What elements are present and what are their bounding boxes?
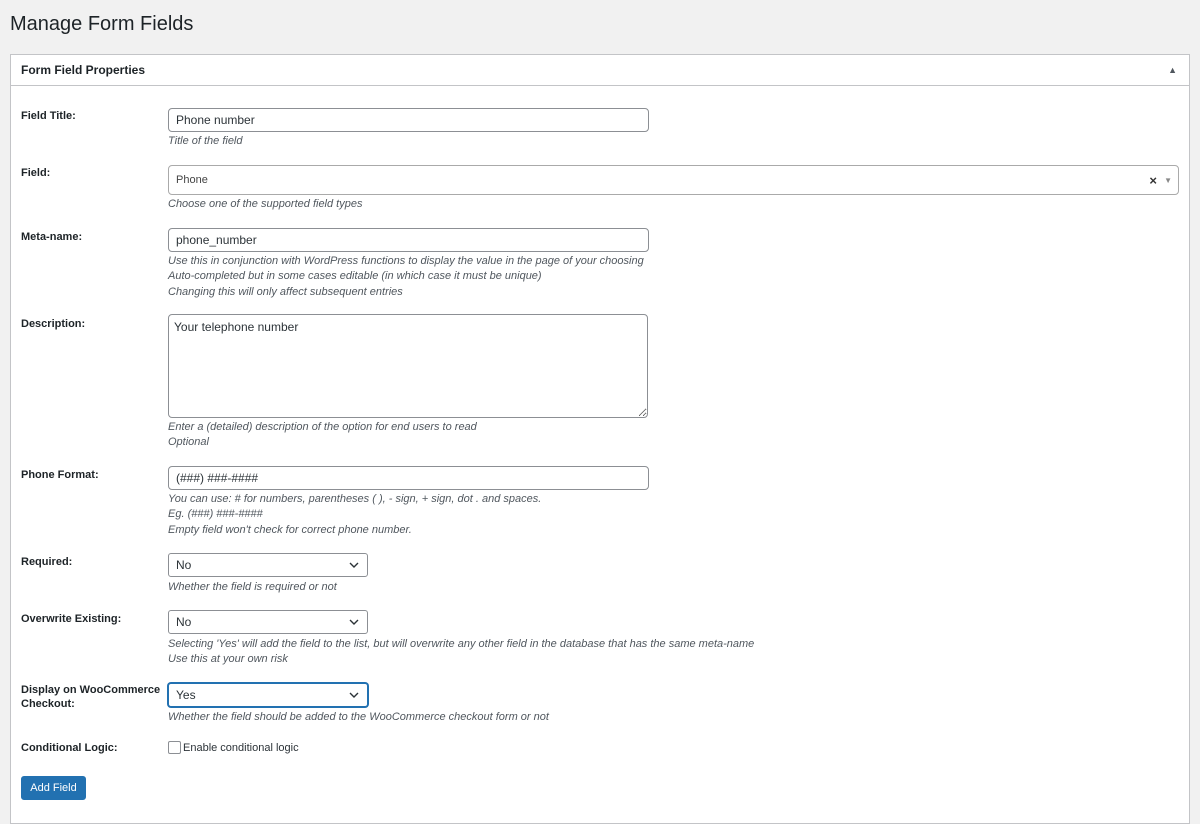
field-type-label: Field: bbox=[21, 167, 51, 179]
overwrite-desc-2: Use this at your own risk bbox=[168, 653, 288, 666]
woocommerce-desc: Whether the field should be added to the… bbox=[168, 711, 549, 723]
phone-format-label: Phone Format: bbox=[21, 469, 99, 481]
chevron-down-icon bbox=[349, 692, 359, 698]
panel-title: Form Field Properties bbox=[21, 63, 146, 77]
woocommerce-label: Display on WooCommerce Checkout: bbox=[21, 683, 171, 711]
phone-format-input[interactable] bbox=[168, 466, 649, 490]
field-title-label: Field Title: bbox=[21, 110, 76, 122]
conditional-logic-label: Conditional Logic: bbox=[21, 742, 118, 754]
conditional-logic-option[interactable]: Enable conditional logic bbox=[168, 741, 299, 754]
description-desc-1: Enter a (detailed) description of the op… bbox=[168, 421, 477, 433]
overwrite-selected-value: No bbox=[176, 615, 192, 629]
page-title: Manage Form Fields bbox=[10, 13, 194, 35]
meta-name-desc-1: Use this in conjunction with WordPress f… bbox=[168, 255, 644, 267]
dropdown-arrow-icon: ▼ bbox=[1164, 176, 1172, 185]
collapse-arrow-icon[interactable]: ▲ bbox=[1168, 65, 1179, 75]
field-type-desc: Choose one of the supported field types bbox=[168, 198, 363, 210]
required-select[interactable]: No bbox=[168, 553, 368, 577]
add-field-button[interactable]: Add Field bbox=[21, 776, 86, 800]
field-title-input[interactable] bbox=[168, 108, 649, 132]
meta-name-label: Meta-name: bbox=[21, 231, 83, 243]
chevron-down-icon bbox=[349, 562, 359, 568]
woocommerce-selected-value: Yes bbox=[176, 688, 196, 702]
field-title-desc: Title of the field bbox=[168, 135, 243, 147]
overwrite-label: Overwrite Existing: bbox=[21, 613, 122, 625]
woocommerce-select[interactable]: Yes bbox=[168, 683, 368, 707]
conditional-logic-checkbox-label: Enable conditional logic bbox=[183, 741, 299, 754]
description-textarea[interactable]: Your telephone number bbox=[168, 314, 648, 418]
woocommerce-label-line-2: Checkout: bbox=[21, 698, 75, 710]
description-label: Description: bbox=[21, 318, 86, 330]
overwrite-select[interactable]: No bbox=[168, 610, 368, 634]
required-selected-value: No bbox=[176, 558, 192, 572]
form-field-properties-panel: Form Field Properties ▲ Field Title: Tit… bbox=[10, 54, 1190, 824]
meta-name-input[interactable] bbox=[168, 228, 649, 252]
phone-format-desc-2: Eg. (###) ###-#### bbox=[168, 508, 263, 521]
meta-name-desc-3: Changing this will only affect subsequen… bbox=[168, 285, 403, 298]
required-desc: Whether the field is required or not bbox=[168, 581, 337, 593]
woocommerce-label-line-1: Display on WooCommerce bbox=[21, 684, 161, 696]
field-type-select[interactable]: Phone × ▼ bbox=[168, 165, 1179, 195]
conditional-logic-checkbox[interactable] bbox=[168, 741, 181, 754]
overwrite-desc-1: Selecting 'Yes' will add the field to th… bbox=[168, 638, 755, 650]
clear-selection-icon[interactable]: × bbox=[1149, 173, 1157, 188]
required-label: Required: bbox=[21, 556, 73, 568]
phone-format-desc-1: You can use: # for numbers, parentheses … bbox=[168, 493, 542, 505]
description-desc-2: Optional bbox=[168, 436, 209, 449]
field-type-selected-value: Phone bbox=[176, 174, 208, 186]
meta-name-desc-2: Auto-completed but in some cases editabl… bbox=[168, 270, 542, 283]
chevron-down-icon bbox=[349, 619, 359, 625]
panel-header[interactable]: Form Field Properties ▲ bbox=[11, 55, 1189, 86]
phone-format-desc-3: Empty field won't check for correct phon… bbox=[168, 523, 412, 536]
